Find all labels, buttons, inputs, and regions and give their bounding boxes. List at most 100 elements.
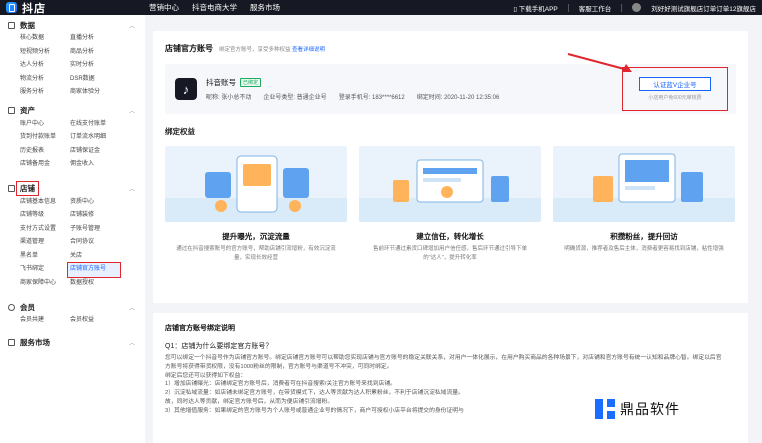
sidebar-section-data[interactable]: 数据 ︿ [0,18,145,32]
sidebar-item[interactable]: 资质中心 [70,196,120,210]
shop-name[interactable]: 刘好好测试旗舰店订单订单12旗舰店 [651,3,756,13]
sidebar-item[interactable]: 合同协议 [70,236,120,250]
login-phone: 登录手机号: 183****6612 [338,95,405,101]
divider [567,3,569,12]
logo[interactable]: 抖店 [6,0,146,16]
answer-paragraph: 您可以绑定一个抖音号作为店铺官方账号。绑定店铺官方账号可以帮助您实现店铺与官方账… [165,355,722,370]
sidebar-item[interactable]: 短视频分析 [20,46,70,60]
benefit-title: 建立信任，转化增长 [416,232,484,241]
sidebar-item[interactable]: 黑名单 [20,250,70,264]
shop-icon [8,185,15,192]
bind-time: 绑定时间: 2020-11-20 12:35:06 [416,95,500,101]
sidebar-item[interactable]: 商家体验分 [70,86,120,100]
sidebar-item[interactable]: 子账号管理 [70,223,120,237]
card-subtitle: 绑定官方账号，享受多种权益 查看详细说明 [219,47,326,53]
top-right: ▯ 下载手机APP 客服工作台 刘好好测试旗舰店订单订单12旗舰店 [513,3,756,13]
nickname: 昵称: 张小总不动 [206,95,252,101]
exposure-illustration [165,146,347,222]
question-title: Q1：店铺为什么要绑定官方账号？ [165,343,273,350]
sidebar-section-assets[interactable]: 资产 ︿ [0,104,145,118]
doudian-logo-icon [6,2,17,13]
sidebar-item[interactable]: 店铺等级 [20,209,70,223]
workbench-link[interactable]: 客服工作台 [579,3,612,13]
sidebar-item[interactable]: 支付方式设置 [20,223,70,237]
logo-text: 抖店 [22,2,46,15]
fans-illustration [553,146,735,222]
sidebar-item[interactable]: 飞书绑定 [20,263,70,277]
sidebar-item[interactable]: 货到付款账单 [20,131,70,145]
instructions-title: 店铺官方账号绑定说明 [165,325,235,332]
chart-icon [8,21,15,29]
account-info: 抖音账号 已绑定 昵称: 张小总不动 企业号类型: 普通企业号 登录手机号: 1… [206,77,499,101]
sidebar-assets-items: 账户中心 在线支付账单 货到付款账单 订单流水明细 历史报表 店铺保证金 店铺备… [0,118,145,172]
top-nav: 营销中心 抖音电商大学 服务市场 [149,2,280,13]
top-bar: 抖店 营销中心 抖音电商大学 服务市场 ▯ 下载手机APP 客服工作台 刘好好测… [0,0,762,15]
sidebar-item[interactable]: 渠道管理 [20,236,70,250]
sidebar-item[interactable]: 关店 [70,250,120,264]
sidebar-item[interactable]: 服务分析 [20,86,70,100]
benefit-card: 建立信任，转化增长 售前环节通过素货口碑增加用户信任感，售后环节通过引导下单的"… [359,146,541,263]
sidebar-section-member[interactable]: 会员 ︿ [0,300,145,314]
sidebar-item[interactable]: 订单流水明细 [70,131,120,145]
sidebar-section-service[interactable]: 服务市场 ︿ [0,336,145,350]
sidebar-item[interactable]: 物流分析 [20,73,70,87]
divider [621,3,623,12]
wallet-icon [8,107,15,114]
sidebar: 数据 ︿ 核心数据 直播分析 短视频分析 商品分析 达人分析 实时分析 物流分析… [0,15,145,443]
cert-note: 小店用户免600元审核费 [648,95,702,101]
chevron-up-icon: ︿ [128,187,135,193]
benefit-desc: 通过在抖音搜索账号的官方账号，帮助店铺引流增粉，有效沉淀流量，实现长效经营 [176,246,336,261]
watermark-logo-icon [594,398,616,420]
answer-paragraph: 1）增加店铺曝光：店铺绑定官方账号后，消费者可在抖音搜索/关注官方账号来找到店铺… [165,381,396,388]
sidebar-section-shop[interactable]: 店铺 ︿ [0,181,145,196]
watermark: 鼎品软件 [594,398,680,420]
card-header: 店铺官方账号 绑定官方账号，享受多种权益 查看详细说明 [165,43,736,54]
status-badge: 已绑定 [240,78,262,87]
douyin-logo-icon: ♪ [175,78,197,100]
sidebar-item[interactable]: 直播分析 [70,32,120,46]
nav-university[interactable]: 抖音电商大学 [192,2,237,13]
sidebar-item[interactable]: 店铺基本信息 [20,196,70,210]
sidebar-item[interactable]: 店铺备用金 [20,158,70,172]
sidebar-item[interactable]: 数据授权 [70,277,120,291]
sidebar-item[interactable]: 商家保障中心 [20,277,70,291]
sidebar-data-items: 核心数据 直播分析 短视频分析 商品分析 达人分析 实时分析 物流分析 DSR数… [0,32,145,100]
certify-blue-v-button[interactable]: 认证蓝V企业号 [639,77,711,91]
sidebar-item-official-account[interactable]: 店铺官方账号 [67,262,121,278]
chevron-up-icon: ︿ [128,305,135,312]
sidebar-item[interactable]: 历史报表 [20,145,70,159]
sidebar-item[interactable]: 会员共建 [20,314,70,328]
benefit-desc: 售前环节通过素货口碑增加用户信任感，售后环节通过引导下单的"达人"，提升转化率 [372,246,527,261]
nav-marketing[interactable]: 营销中心 [149,2,179,13]
member-icon [8,303,15,311]
sidebar-item[interactable]: DSR数据 [70,73,120,87]
account-name: 抖音账号 [206,78,236,87]
detail-link[interactable]: 查看详细说明 [292,47,325,53]
sidebar-item[interactable]: 实时分析 [70,59,120,73]
page-title: 店铺官方账号 [165,44,213,53]
sidebar-item[interactable]: 店铺装修 [70,209,120,223]
sidebar-item[interactable]: 达人分析 [20,59,70,73]
chevron-up-icon: ︿ [128,341,135,347]
benefit-card: 提升曝光，沉淀流量 通过在抖音搜索账号的官方账号，帮助店铺引流增粉，有效沉淀流量… [165,146,347,263]
avatar[interactable] [632,3,642,12]
nav-service-market[interactable]: 服务市场 [250,2,280,13]
sidebar-item[interactable]: 在线支付账单 [70,118,120,132]
grid-icon [8,339,15,346]
sidebar-item[interactable]: 佣金收入 [70,158,120,172]
sidebar-item[interactable]: 会员权益 [70,314,120,328]
account-box: ♪ 抖音账号 已绑定 昵称: 张小总不动 企业号类型: 普通企业号 登录手机号:… [165,64,736,114]
main-content: 店铺官方账号 绑定官方账号，享受多种权益 查看详细说明 ♪ 抖音账号 已绑定 昵… [153,31,748,443]
binding-instructions-card: 店铺官方账号绑定说明 Q1：店铺为什么要绑定官方账号？ 您可以绑定一个抖音号作为… [153,313,748,443]
enterprise-type: 企业号类型: 普通企业号 [263,95,327,101]
benefit-title: 提升曝光，沉淀流量 [222,232,290,241]
sidebar-member-items: 会员共建 会员权益 [0,314,145,328]
watermark-text: 鼎品软件 [620,401,680,417]
benefit-card: 积攒粉丝，提升回访 明确货源，推荐者及售后主体，消费者更容易找到店铺，粘性增强 [553,146,735,263]
download-app-link[interactable]: ▯ 下载手机APP [513,3,557,13]
sidebar-item[interactable]: 商品分析 [70,46,120,60]
sidebar-item[interactable]: 店铺保证金 [70,145,120,159]
sidebar-item[interactable]: 核心数据 [20,32,70,46]
sidebar-item[interactable]: 账户中心 [20,118,70,132]
trust-illustration [359,146,541,222]
